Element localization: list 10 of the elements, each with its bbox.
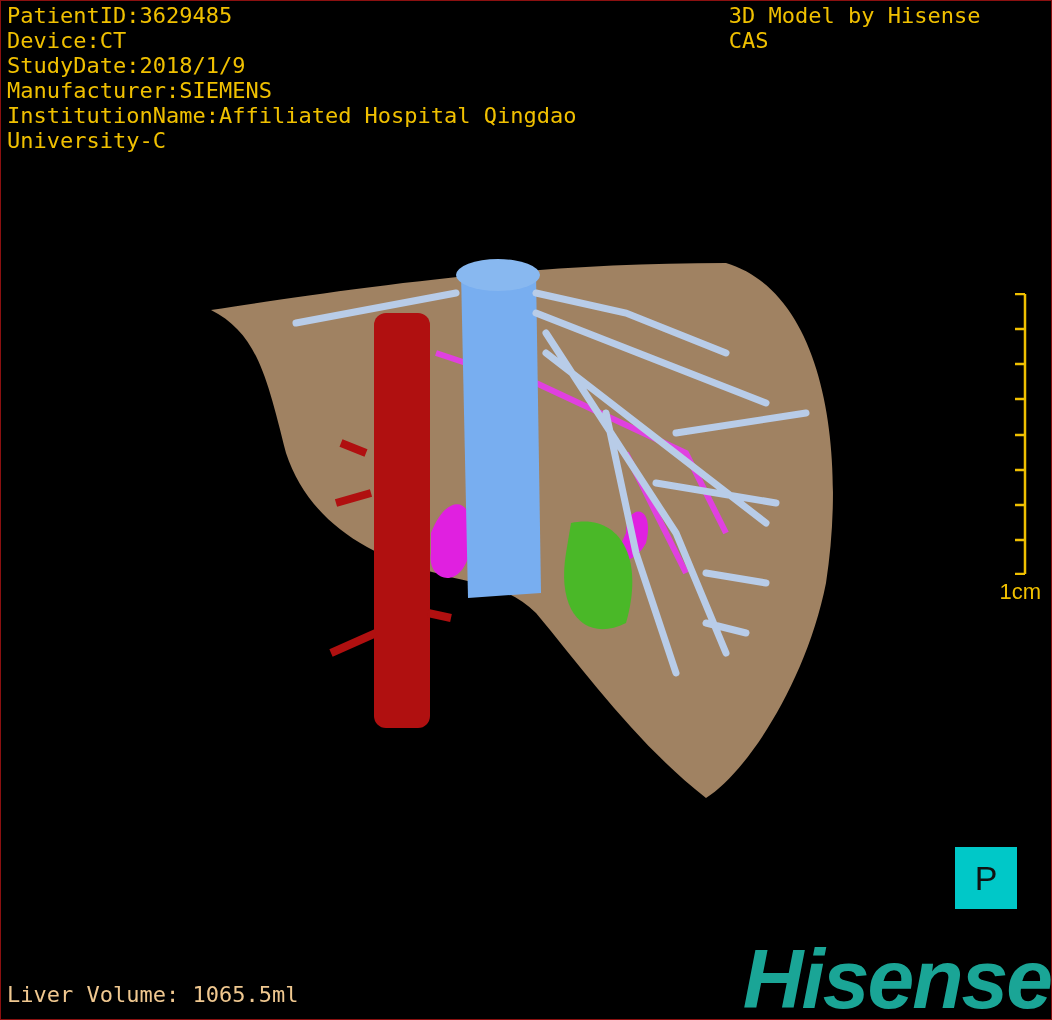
scale-label: 1cm [999,578,1041,606]
info-line: StudyDate:2018/1/9 [6,53,247,78]
view-mode-button[interactable]: P [955,847,1017,909]
info-line: Device:CT [6,28,128,53]
liver-volume-text: Liver Volume: 1065.5ml [6,981,300,1009]
viewer-title: 3D Model by Hisense CAS [728,2,982,55]
info-line: PatientID:3629485 [6,3,234,28]
info-line: Manufacturer:SIEMENS [6,78,273,103]
info-line: InstitutionName:Affiliated Hospital Qingdao University-C [6,103,578,153]
brand-logo: Hisense [742,939,1051,1019]
